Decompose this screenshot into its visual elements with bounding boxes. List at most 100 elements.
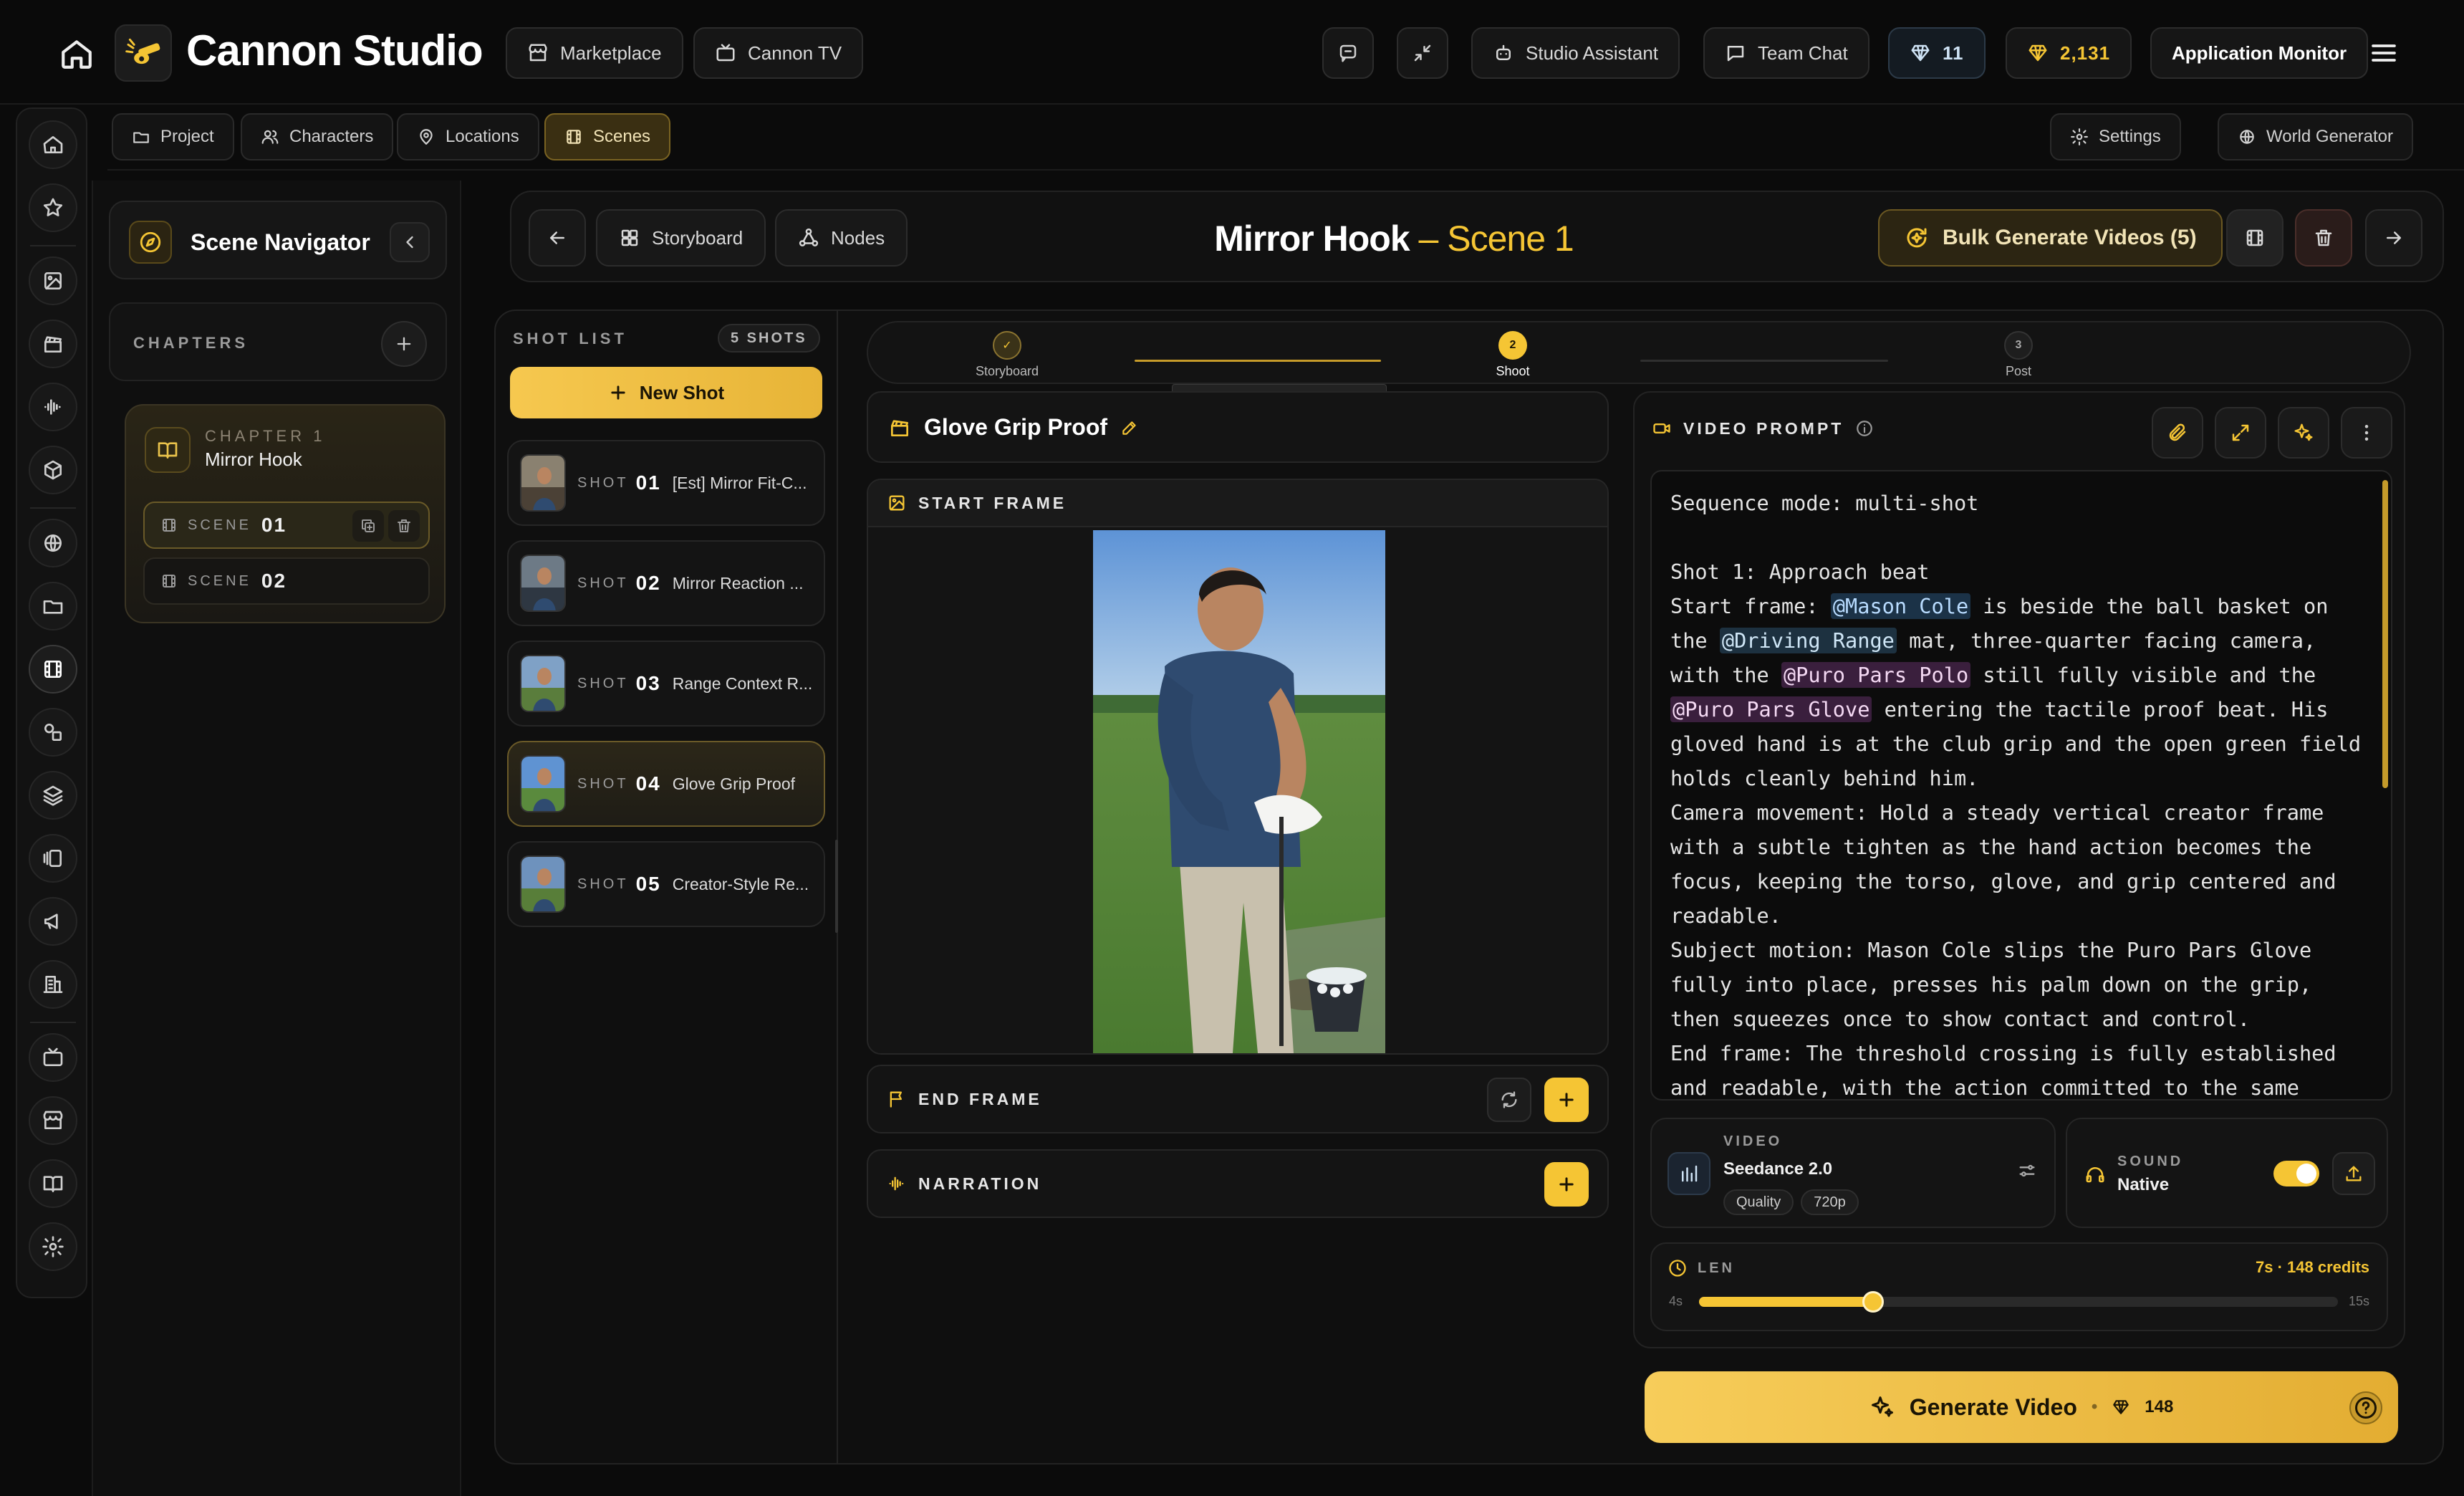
settings-button[interactable]: Settings [2050,113,2181,160]
video-prompt-label: VIDEO PROMPT [1683,418,1844,438]
rail-image-icon[interactable] [29,256,77,305]
sparkles-icon [1871,1396,1893,1417]
bulk-generate-button[interactable]: Bulk Generate Videos (5) [1878,209,2223,267]
rail-book-icon[interactable] [29,1159,77,1208]
length-card: LEN 7s · 148 credits 4s 15s [1650,1242,2388,1331]
expand-icon [2232,424,2249,441]
video-camera-icon [1653,423,1670,433]
end-frame-label: END FRAME [918,1089,1042,1108]
application-monitor-label: Application Monitor [2172,42,2347,64]
expand-prompt-button[interactable] [2215,407,2266,459]
narration-card: NARRATION [867,1149,1609,1218]
next-button[interactable] [2365,209,2422,267]
step-shoot[interactable]: 2 [1498,331,1527,360]
collapse-navigator-button[interactable] [390,222,430,262]
scene-title-separator: – [1409,219,1448,259]
rail-audio-wave-icon[interactable] [29,383,77,431]
shot-item-01[interactable]: SHOT 01 [Est] Mirror Fit-C... [507,440,825,526]
rail-building-icon[interactable] [29,960,77,1009]
application-monitor-button[interactable]: Application Monitor [2150,27,2369,79]
rail-home-icon[interactable] [29,120,77,169]
tab-characters[interactable]: Characters [241,113,394,160]
prompt-scrollbar[interactable] [2382,480,2388,788]
studio-assistant-button[interactable]: Studio Assistant [1471,27,1680,79]
rail-globe-icon[interactable] [29,519,77,567]
end-frame-sync-button[interactable] [1487,1078,1531,1122]
tab-locations[interactable]: Locations [397,113,539,160]
rail-cube-icon[interactable] [29,446,77,494]
upload-audio-button[interactable] [2332,1152,2375,1195]
add-end-frame-button[interactable] [1544,1078,1589,1122]
audio-wave-icon [889,1176,904,1191]
mention-tag[interactable]: @Mason Cole [1830,593,1971,619]
video-prompt-textarea[interactable]: Sequence mode: multi-shot Shot 1: Approa… [1650,470,2392,1101]
world-generator-button[interactable]: World Generator [2218,113,2413,160]
mention-tag[interactable]: @Puro Pars Glove [1670,696,1872,722]
attach-button[interactable] [2152,407,2203,459]
minimize-button[interactable] [1397,27,1448,79]
length-min: 4s [1669,1294,1683,1308]
shot-item-04[interactable]: SHOT 04 Glove Grip Proof [507,741,825,827]
tab-scenes[interactable]: Scenes [544,113,671,160]
sound-toggle[interactable] [2273,1161,2319,1186]
rail-tv-icon[interactable] [29,1033,77,1082]
shot-item-03[interactable]: SHOT 03 Range Context R... [507,641,825,727]
resolution-chip[interactable]: 720p [1801,1189,1859,1215]
mention-tag[interactable]: @Puro Pars Polo [1781,662,1971,688]
delete-scene-button[interactable] [388,510,420,542]
scene-item-02[interactable]: SCENE 02 [143,557,430,605]
team-chat-button[interactable]: Team Chat [1703,27,1869,79]
quality-chip[interactable]: Quality [1723,1189,1794,1215]
hamburger-menu-icon[interactable] [2368,39,2400,67]
marketplace-button[interactable]: Marketplace [506,27,683,79]
add-narration-button[interactable] [1544,1162,1589,1207]
delete-scene-header-button[interactable] [2295,209,2352,267]
scene-item-01[interactable]: SCENE 01 [143,502,430,549]
duplicate-scene-button[interactable] [352,510,384,542]
rail-megaphone-icon[interactable] [29,897,77,946]
rail-film-icon[interactable] [29,645,77,694]
new-shot-button[interactable]: New Shot [510,367,822,418]
shot-thumbnail [520,454,566,512]
shot-item-05[interactable]: SHOT 05 Creator-Style Re... [507,841,825,927]
sliders-icon[interactable] [2017,1161,2037,1181]
shot-list-scrollbar[interactable] [835,840,838,933]
comment-button[interactable] [1322,27,1374,79]
chapter-card[interactable]: CHAPTER 1 Mirror Hook SCENE 01 SCENE 02 [125,404,446,623]
scene-navigator-title: Scene Navigator [191,229,370,255]
start-frame-image[interactable] [1093,530,1385,1053]
help-icon[interactable] [2349,1391,2382,1424]
shot-kicker: SHOT [577,775,629,792]
marketplace-label: Marketplace [560,42,662,64]
home-icon[interactable] [59,36,95,72]
pencil-icon[interactable] [1120,418,1139,437]
step-post[interactable]: 3 [2004,331,2033,360]
bulk-generate-label: Bulk Generate Videos (5) [1943,226,2197,249]
gems-balance[interactable]: 11 [1888,27,1986,79]
rail-shapes-icon[interactable] [29,708,77,757]
rail-layers-icon[interactable] [29,771,77,820]
step-storyboard[interactable]: ✓ [993,331,1021,360]
shot-item-02[interactable]: SHOT 02 Mirror Reaction ... [507,540,825,626]
rail-folder-icon[interactable] [29,582,77,630]
length-slider-handle[interactable] [1862,1291,1885,1313]
sound-card: SOUND Native [2066,1118,2388,1228]
rail-gallery-icon[interactable] [29,834,77,883]
info-icon[interactable] [1855,419,1874,438]
cannon-tv-button[interactable]: Cannon TV [693,27,864,79]
shot-list-panel: SHOT LIST 5 SHOTS New Shot SHOT 01 [Est] M… [494,310,838,1464]
rail-store-icon[interactable] [29,1096,77,1145]
enhance-prompt-button[interactable] [2278,407,2329,459]
video-model-card[interactable]: VIDEO Seedance 2.0 Quality 720p [1650,1118,2056,1228]
rail-star-icon[interactable] [29,183,77,232]
filmstrip-button[interactable] [2226,209,2283,267]
coins-balance[interactable]: 2,131 [2006,27,2132,79]
more-options-button[interactable] [2341,407,2392,459]
start-frame-card: START FRAME [867,479,1609,1055]
tab-project[interactable]: Project [112,113,234,160]
rail-clapper-icon[interactable] [29,320,77,368]
mention-tag[interactable]: @Driving Range [1719,628,1897,653]
add-chapter-button[interactable] [381,321,427,367]
generate-video-button[interactable]: Generate Video • 148 [1645,1371,2398,1443]
rail-settings-icon[interactable] [29,1222,77,1271]
